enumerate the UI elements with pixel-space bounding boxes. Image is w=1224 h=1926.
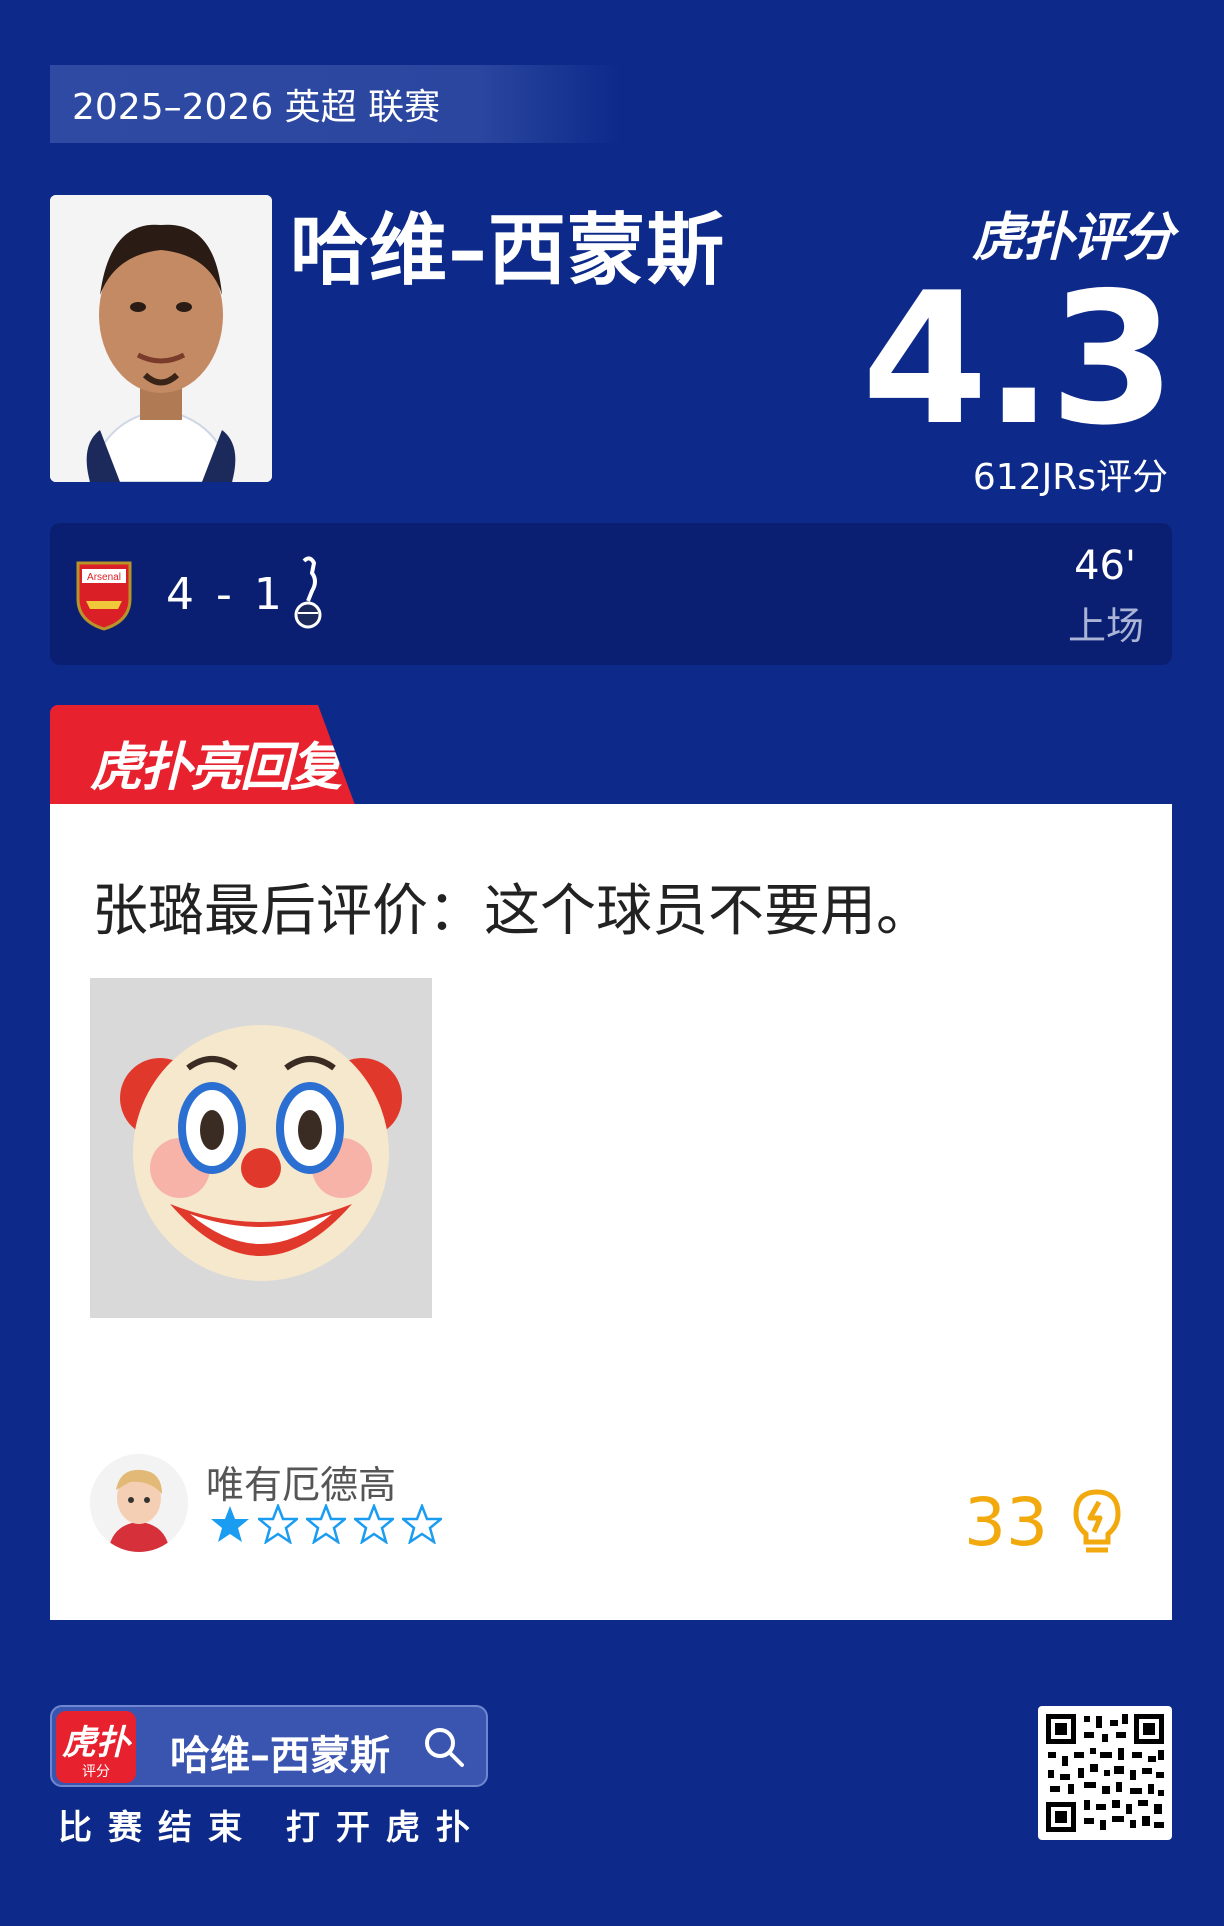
rating-count: 612JRs评分 xyxy=(972,457,1168,498)
player-photo xyxy=(50,195,272,482)
footer-caption: 比赛结束 打开虎扑 xyxy=(58,1808,486,1848)
star-filled-icon xyxy=(211,1506,249,1542)
season-label: 2025–2026 英超 联赛 xyxy=(72,87,441,128)
match-score: 4 - 1 xyxy=(166,569,286,620)
player-score: 4.3 xyxy=(861,253,1176,465)
player-portrait-icon xyxy=(50,195,272,482)
tottenham-crest-icon xyxy=(288,553,328,633)
highlight-card[interactable]: 张璐最后评价：这个球员不要用。 唯有厄德高 33 xyxy=(50,804,1172,1620)
username[interactable]: 唯有厄德高 xyxy=(206,1454,396,1509)
clown-face-icon xyxy=(90,978,432,1318)
search-query: 哈维–西蒙斯 xyxy=(170,1733,390,1779)
qr-code-icon xyxy=(1044,1712,1166,1834)
lightbulb-icon[interactable] xyxy=(1072,1488,1122,1558)
app-icon-subtext: 评分 xyxy=(82,1764,110,1780)
qr-code xyxy=(1038,1706,1172,1840)
like-count: 33 xyxy=(964,1484,1048,1561)
user-level-stars xyxy=(210,1504,442,1544)
app-search-bar[interactable]: 虎扑 评分 哈维–西蒙斯 xyxy=(50,1705,488,1787)
hupu-app-icon: 虎扑 评分 xyxy=(56,1711,136,1783)
user-avatar[interactable] xyxy=(90,1454,188,1552)
highlight-tab-label: 虎扑亮回复 xyxy=(90,738,342,798)
app-icon-text: 虎扑 xyxy=(62,1723,130,1763)
minutes-label: 上场 xyxy=(1067,604,1144,648)
star-empty-icon xyxy=(306,1504,346,1544)
match-bar[interactable]: Arsenal 4 - 1 46' 上场 xyxy=(50,523,1172,665)
reply-text: 张璐最后评价：这个球员不要用。 xyxy=(92,879,932,944)
minutes-played: 46' xyxy=(1074,543,1136,589)
star-empty-icon xyxy=(354,1504,394,1544)
season-banner: 2025–2026 英超 联赛 xyxy=(50,65,620,143)
highlight-tab: 虎扑亮回复 xyxy=(50,705,355,805)
arsenal-crest-icon: Arsenal xyxy=(74,559,134,631)
crest-text: Arsenal xyxy=(87,572,121,583)
player-name: 哈维–西蒙斯 xyxy=(290,206,726,296)
star-empty-icon xyxy=(258,1504,298,1544)
search-icon[interactable] xyxy=(422,1725,466,1769)
star-empty-icon xyxy=(402,1504,442,1544)
reply-image[interactable] xyxy=(90,978,432,1318)
